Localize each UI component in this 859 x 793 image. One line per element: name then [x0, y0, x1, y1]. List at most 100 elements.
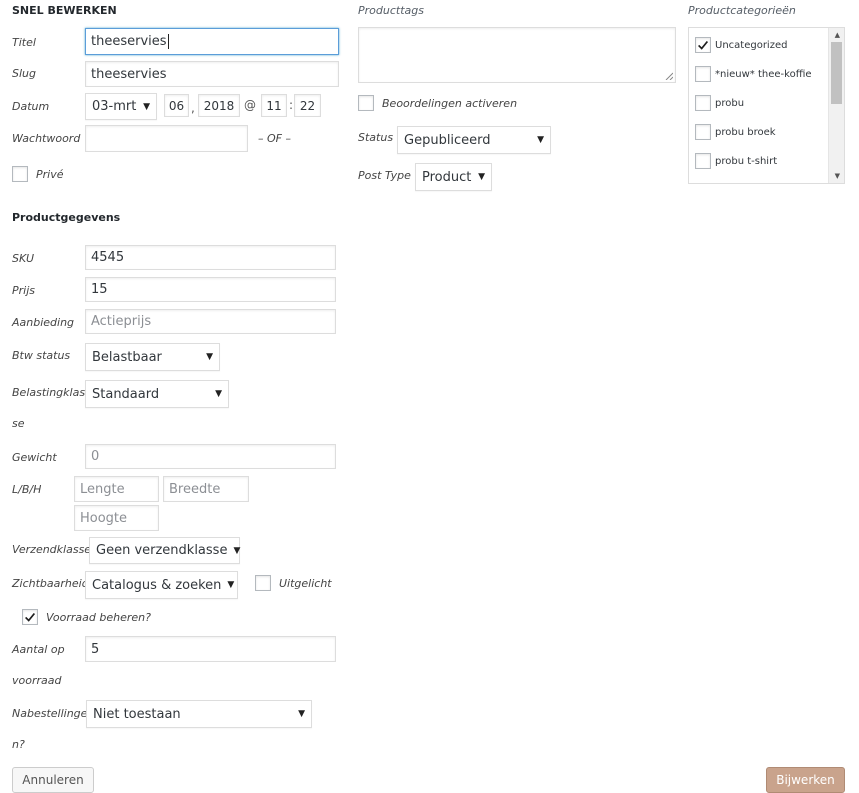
- shipping-class-label: Verzendklasse: [12, 543, 92, 556]
- hour-input[interactable]: 11: [261, 94, 287, 117]
- visibility-select[interactable]: Catalogus & zoeken ▼: [85, 571, 238, 599]
- sale-price-label: Aanbieding: [12, 316, 75, 329]
- category-label: probu broek: [715, 126, 776, 138]
- visibility-label: Zichtbaarheid: [12, 577, 89, 590]
- category-item[interactable]: probu: [695, 95, 744, 111]
- tax-class-label-line2: se: [12, 417, 25, 430]
- date-comma: ,: [191, 101, 195, 115]
- category-checkbox[interactable]: [695, 95, 711, 111]
- scrollbar-thumb[interactable]: [831, 42, 842, 104]
- category-checkbox[interactable]: [695, 66, 711, 82]
- shipping-class-select[interactable]: Geen verzendklasse ▼: [89, 537, 240, 564]
- weight-label: Gewicht: [12, 451, 57, 464]
- backorders-value: Niet toestaan: [93, 706, 181, 722]
- status-label: Status: [358, 131, 394, 144]
- checkmark-icon: [25, 612, 36, 622]
- month-select[interactable]: 03-mrt ▼: [85, 93, 157, 120]
- category-checkbox[interactable]: [695, 153, 711, 169]
- update-button[interactable]: Bijwerken: [766, 767, 845, 793]
- slug-input[interactable]: theeservies: [85, 61, 339, 87]
- visibility-value: Catalogus & zoeken: [92, 577, 222, 593]
- dropdown-arrow-icon: ▼: [206, 352, 213, 362]
- post-type-label: Post Type: [358, 169, 411, 182]
- price-input[interactable]: 15: [85, 277, 336, 302]
- price-label: Prijs: [12, 284, 35, 297]
- category-label: Uncategorized: [715, 39, 788, 51]
- backorders-label-line2: n?: [12, 738, 25, 751]
- tax-class-value: Standaard: [92, 386, 160, 402]
- text-cursor: [167, 34, 169, 49]
- dropdown-arrow-icon: ▼: [143, 101, 150, 112]
- product-data-heading: Productgegevens: [12, 211, 121, 224]
- dimensions-label: L/B/H: [12, 483, 42, 496]
- resize-grip-icon: [665, 72, 673, 80]
- tax-class-select[interactable]: Standaard ▼: [85, 380, 229, 408]
- category-item[interactable]: probu t-shirt: [695, 153, 777, 169]
- status-value: Gepubliceerd: [404, 132, 491, 148]
- password-label: Wachtwoord: [12, 132, 81, 145]
- sku-label: SKU: [12, 252, 35, 265]
- category-checkbox[interactable]: [695, 124, 711, 140]
- password-input[interactable]: [85, 125, 248, 152]
- category-label: probu: [715, 97, 745, 109]
- tax-status-label: Btw status: [12, 349, 71, 362]
- dropdown-arrow-icon: ▼: [298, 709, 305, 719]
- tax-status-select[interactable]: Belastbaar ▼: [85, 343, 220, 371]
- product-tags-heading: Producttags: [358, 4, 424, 17]
- enable-reviews-label: Beoordelingen activeren: [382, 97, 518, 110]
- title-input-value: theeservies: [91, 34, 167, 49]
- scroll-down-arrow-icon[interactable]: ▼: [835, 172, 840, 180]
- backorders-select[interactable]: Niet toestaan ▼: [86, 700, 312, 728]
- width-input[interactable]: Breedte: [163, 476, 249, 502]
- cancel-button[interactable]: Annuleren: [12, 767, 94, 793]
- year-input[interactable]: 2018: [198, 94, 240, 117]
- scroll-up-arrow-icon[interactable]: ▲: [835, 31, 840, 39]
- quick-edit-heading: SNEL BEWERKEN: [12, 4, 117, 17]
- dropdown-arrow-icon: ▼: [478, 172, 485, 182]
- stock-qty-label-line2: voorraad: [12, 674, 62, 687]
- date-label: Datum: [12, 100, 50, 113]
- post-type-select[interactable]: Product ▼: [415, 163, 492, 191]
- title-input[interactable]: theeservies: [85, 28, 339, 55]
- time-colon: :: [289, 98, 294, 112]
- category-checkbox[interactable]: [695, 37, 711, 53]
- stock-qty-label-line1: Aantal op: [12, 643, 65, 656]
- title-label: Titel: [12, 36, 36, 49]
- tax-status-value: Belastbaar: [92, 349, 162, 365]
- private-checkbox[interactable]: [12, 166, 28, 182]
- password-or-separator: – OF –: [258, 132, 291, 145]
- dropdown-arrow-icon: ▼: [215, 389, 222, 399]
- dropdown-arrow-icon: ▼: [537, 135, 544, 145]
- minute-input[interactable]: 22: [294, 94, 321, 117]
- sku-input[interactable]: 4545: [85, 245, 336, 270]
- checkmark-icon: [698, 40, 709, 50]
- category-item[interactable]: *nieuw* thee-koffie: [695, 66, 812, 82]
- product-categories-heading: Productcategorieën: [688, 4, 796, 17]
- category-item[interactable]: probu broek: [695, 124, 776, 140]
- dropdown-arrow-icon: ▼: [227, 580, 235, 590]
- stock-qty-input[interactable]: 5: [85, 636, 336, 662]
- slug-label: Slug: [12, 67, 36, 80]
- height-input[interactable]: Hoogte: [74, 505, 159, 531]
- sale-price-input[interactable]: Actieprijs: [85, 309, 336, 334]
- day-input[interactable]: 06: [164, 94, 189, 117]
- category-label: probu t-shirt: [715, 155, 778, 167]
- date-at-sign: @: [244, 98, 256, 112]
- enable-reviews-checkbox[interactable]: [358, 95, 374, 111]
- month-select-value: 03-mrt: [92, 99, 137, 114]
- shipping-class-value: Geen verzendklasse: [96, 543, 228, 558]
- product-tags-textarea[interactable]: [358, 27, 676, 83]
- manage-stock-checkbox[interactable]: [22, 609, 38, 625]
- featured-checkbox[interactable]: [255, 575, 271, 591]
- length-input[interactable]: Lengte: [74, 476, 159, 502]
- weight-input[interactable]: 0: [85, 444, 336, 469]
- status-select[interactable]: Gepubliceerd ▼: [397, 126, 551, 154]
- manage-stock-label: Voorraad beheren?: [46, 611, 151, 624]
- category-label: *nieuw* thee-koffie: [715, 68, 812, 80]
- tax-class-label-line1: Belastingklas: [12, 386, 86, 399]
- categories-checklist[interactable]: Uncategorized *nieuw* thee-koffie probu …: [688, 27, 845, 184]
- category-item[interactable]: Uncategorized: [695, 37, 787, 53]
- categories-scrollbar[interactable]: ▲ ▼: [828, 28, 844, 183]
- featured-label: Uitgelicht: [279, 577, 332, 590]
- private-label: Privé: [36, 168, 64, 181]
